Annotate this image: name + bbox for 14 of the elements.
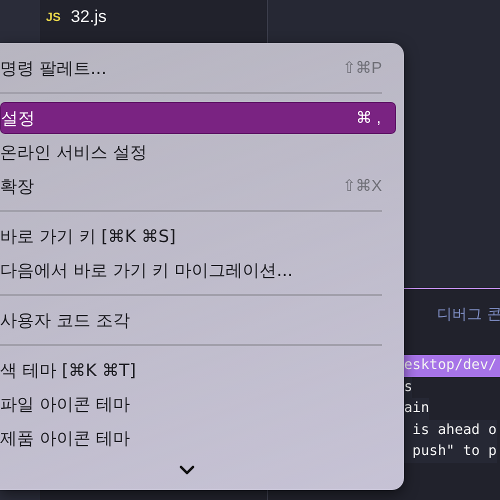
menu-item[interactable]: 온라인 서비스 설정 xyxy=(0,137,396,167)
menu-item[interactable]: 파일 아이콘 테마 xyxy=(0,389,396,419)
menu-item[interactable]: 명령 팔레트... ⇧⌘P xyxy=(0,53,396,83)
menu-item[interactable]: 확장 ⇧⌘X xyxy=(0,171,396,201)
menu-item[interactable]: 색 테마 [⌘K ⌘T] xyxy=(0,355,396,385)
menu-item[interactable]: 다음에서 바로 가기 키 마이그레이션... xyxy=(0,255,396,285)
file-name[interactable]: 32.js xyxy=(70,7,107,27)
js-file-icon: JS xyxy=(46,10,61,24)
menu-item[interactable]: 제품 아이콘 테마 xyxy=(0,423,396,453)
menu-item[interactable]: 사용자 코드 조각 xyxy=(0,305,396,335)
chevron-down-icon[interactable] xyxy=(179,465,195,475)
menu-item[interactable]: 바로 가기 키 [⌘K ⌘S] xyxy=(0,221,396,251)
menu-item[interactable]: 설정 ⌘ , xyxy=(0,102,396,134)
terminal-path: esktop/dev/ xyxy=(404,355,500,376)
